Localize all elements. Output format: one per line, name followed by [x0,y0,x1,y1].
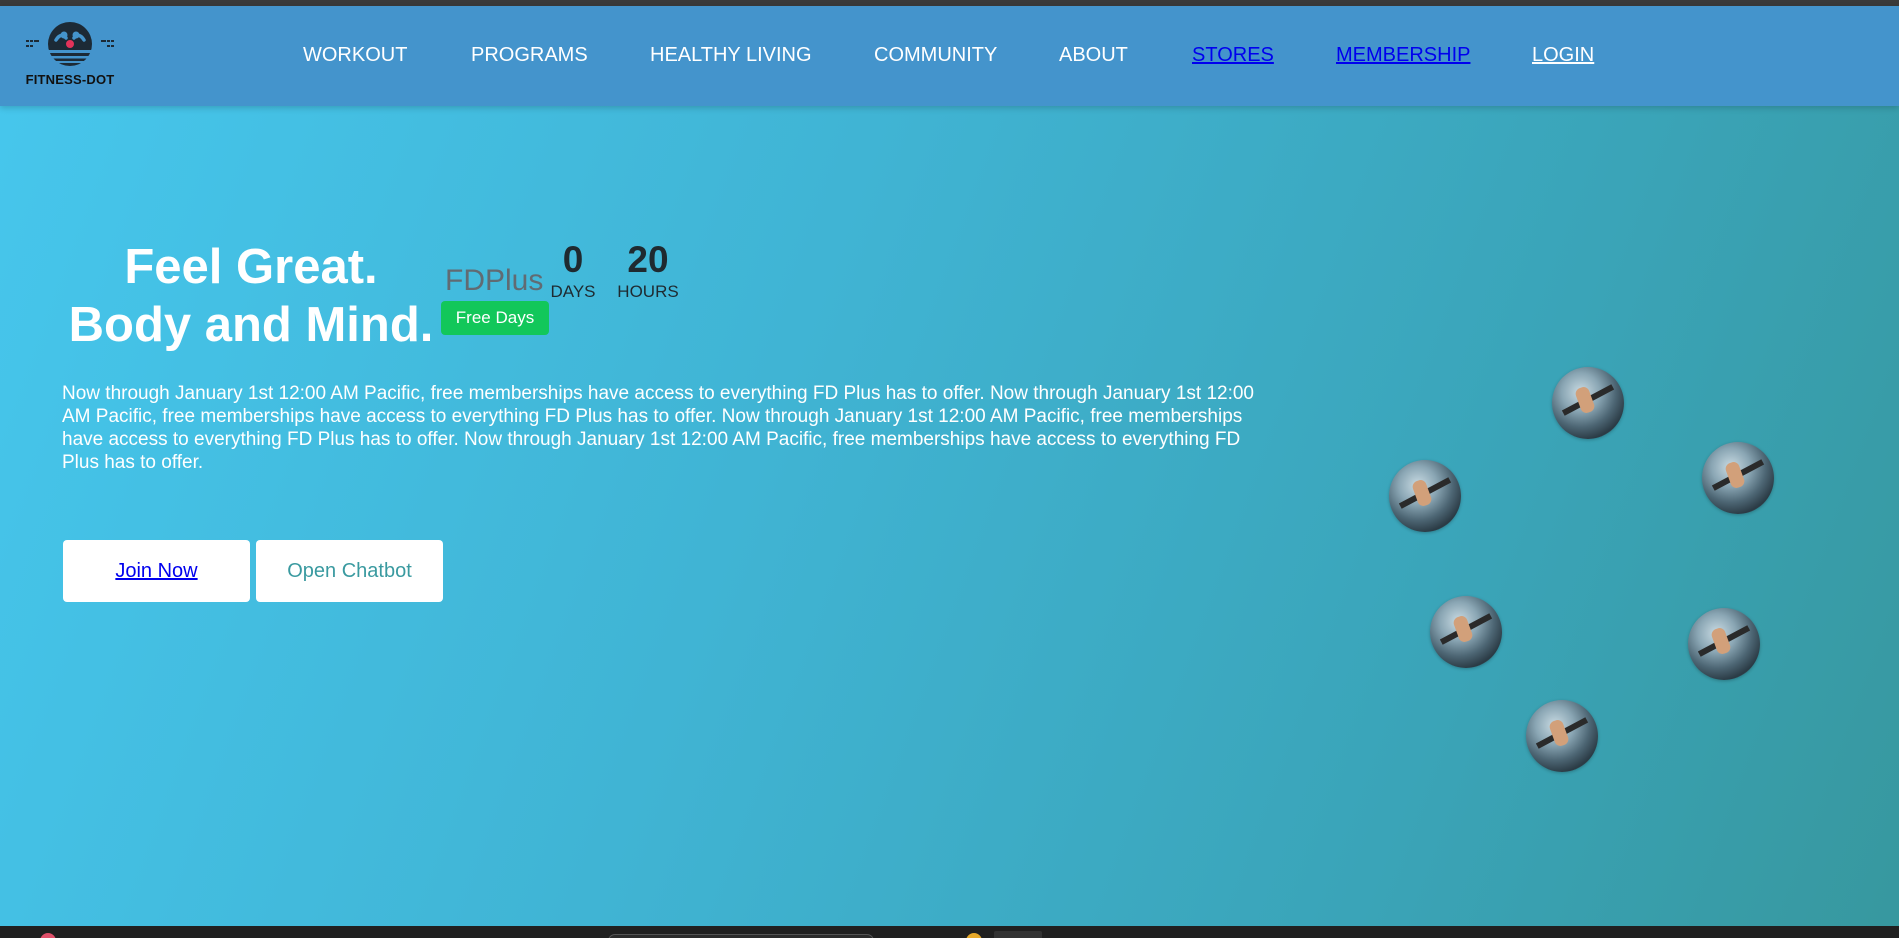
promo-description: Now through January 1st 12:00 AM Pacific… [62,383,1254,473]
nav-membership-link[interactable]: MEMBERSHIP [1336,44,1470,67]
main-navbar: FITNESS-DOT WORKOUT PROGRAMS HEALTHY LIV… [0,6,1899,106]
headline-line-1: Feel Great. [124,240,378,294]
nav-about[interactable]: ABOUT [1059,44,1128,67]
gym-photo-bubble [1688,608,1760,680]
open-chatbot-button[interactable]: Open Chatbot [256,540,443,602]
taskbar-app-icon[interactable] [994,931,1042,938]
join-now-button[interactable]: Join Now [63,540,250,602]
fdplus-label: FDPlus [445,264,544,297]
nav-login-link[interactable]: LOGIN [1532,44,1594,67]
nav-stores-link[interactable]: STORES [1192,44,1274,67]
countdown-days: 0 DAYS [548,238,598,302]
gym-photo-bubble [1430,596,1502,668]
countdown-days-value: 0 [562,239,584,280]
nav-workout[interactable]: WORKOUT [303,44,407,67]
nav-community[interactable]: COMMUNITY [874,44,997,67]
taskbar-app-icon[interactable] [966,933,982,938]
nav-programs[interactable]: PROGRAMS [471,44,588,67]
countdown-days-label: DAYS [550,282,596,301]
gym-photo-bubble [1389,460,1461,532]
logo-text: FITNESS-DOT [25,72,115,87]
nav-healthy-living[interactable]: HEALTHY LIVING [650,44,812,67]
taskbar-app-icon[interactable] [40,933,56,938]
free-days-badge: Free Days [441,301,549,335]
countdown-hours-value: 20 [627,239,669,280]
os-taskbar [0,926,1899,938]
brand-logo[interactable]: FITNESS-DOT [18,20,122,90]
hero-section: Feel Great. Body and Mind. FDPlus Free D… [0,106,1899,926]
taskbar-search[interactable] [608,934,874,938]
gym-photo-bubble [1552,367,1624,439]
join-now-label[interactable]: Join Now [115,560,197,582]
countdown-hours-label: HOURS [617,282,679,301]
fitness-dot-logo-icon [26,22,114,66]
gym-photo-bubble [1526,700,1598,772]
hero-headline: Feel Great. Body and Mind. [62,238,440,354]
gym-photo-bubble [1702,442,1774,514]
headline-line-2: Body and Mind. [68,298,434,352]
countdown-hours: 20 HOURS [612,238,684,302]
